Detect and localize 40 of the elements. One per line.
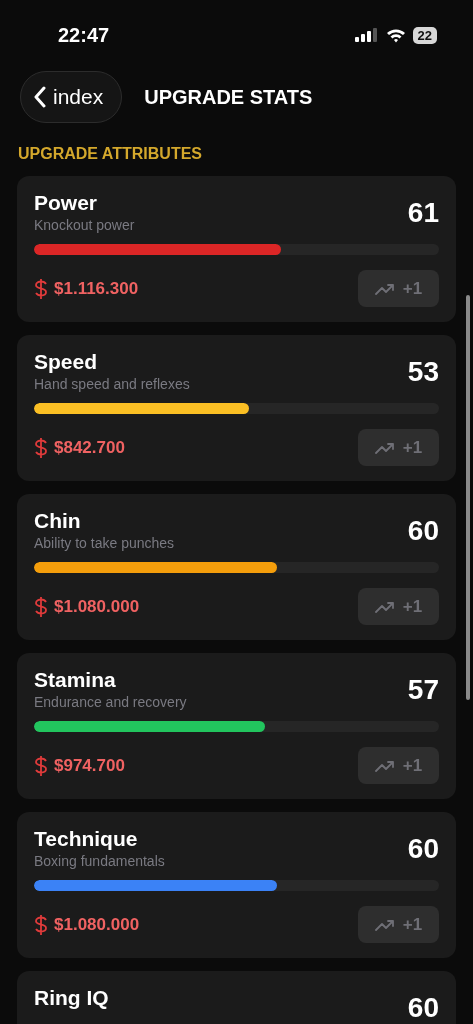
attribute-name: Chin xyxy=(34,509,82,533)
upgrade-price: $974.700 xyxy=(54,755,125,776)
attribute-value: 53 xyxy=(407,356,439,388)
dollar-icon xyxy=(34,596,48,617)
upgrade-price: $1.080.000 xyxy=(54,596,140,617)
attribute-name: Technique xyxy=(34,827,139,851)
trending-up-icon xyxy=(374,282,395,295)
upgrade-price: $842.700 xyxy=(54,437,125,458)
status-time: 22:47 xyxy=(58,23,110,47)
wifi-icon xyxy=(385,27,406,43)
attribute-value: 60 xyxy=(407,515,439,547)
attribute-description: Endurance and recovery xyxy=(34,694,187,710)
upgrade-price: $1.080.000 xyxy=(54,914,140,935)
chevron-left-icon xyxy=(33,86,47,108)
trending-up-icon xyxy=(374,600,395,613)
signal-icon xyxy=(354,28,379,42)
attribute-name: Ring IQ xyxy=(34,986,109,1010)
trending-up-icon xyxy=(374,918,395,931)
attribute-value: 57 xyxy=(407,674,439,706)
attribute-description: Knockout power xyxy=(34,217,135,233)
dollar-icon xyxy=(34,755,48,776)
back-button[interactable]: index xyxy=(20,71,123,123)
attribute-name: Speed xyxy=(34,350,99,374)
attribute-name: Stamina xyxy=(34,668,117,692)
dollar-icon xyxy=(34,437,48,458)
trending-up-icon xyxy=(374,441,395,454)
attribute-description: Boxing fundamentals xyxy=(34,853,165,869)
attribute-value: 60 xyxy=(407,833,439,865)
battery-indicator: 22 xyxy=(412,26,437,44)
attribute-value: 61 xyxy=(407,197,439,229)
upgrade-price: $1.116.300 xyxy=(54,278,139,299)
dollar-icon xyxy=(34,278,48,299)
attribute-description: Ability to take punches xyxy=(34,535,175,551)
attribute-name: Power xyxy=(34,191,99,215)
dollar-icon xyxy=(34,914,48,935)
trending-up-icon xyxy=(374,759,395,772)
attribute-description: Hand speed and reflexes xyxy=(34,376,190,392)
page-title: UPGRADE STATS xyxy=(144,85,313,109)
attribute-value: 60 xyxy=(407,992,439,1024)
section-title: UPGRADE ATTRIBUTES xyxy=(17,144,203,164)
